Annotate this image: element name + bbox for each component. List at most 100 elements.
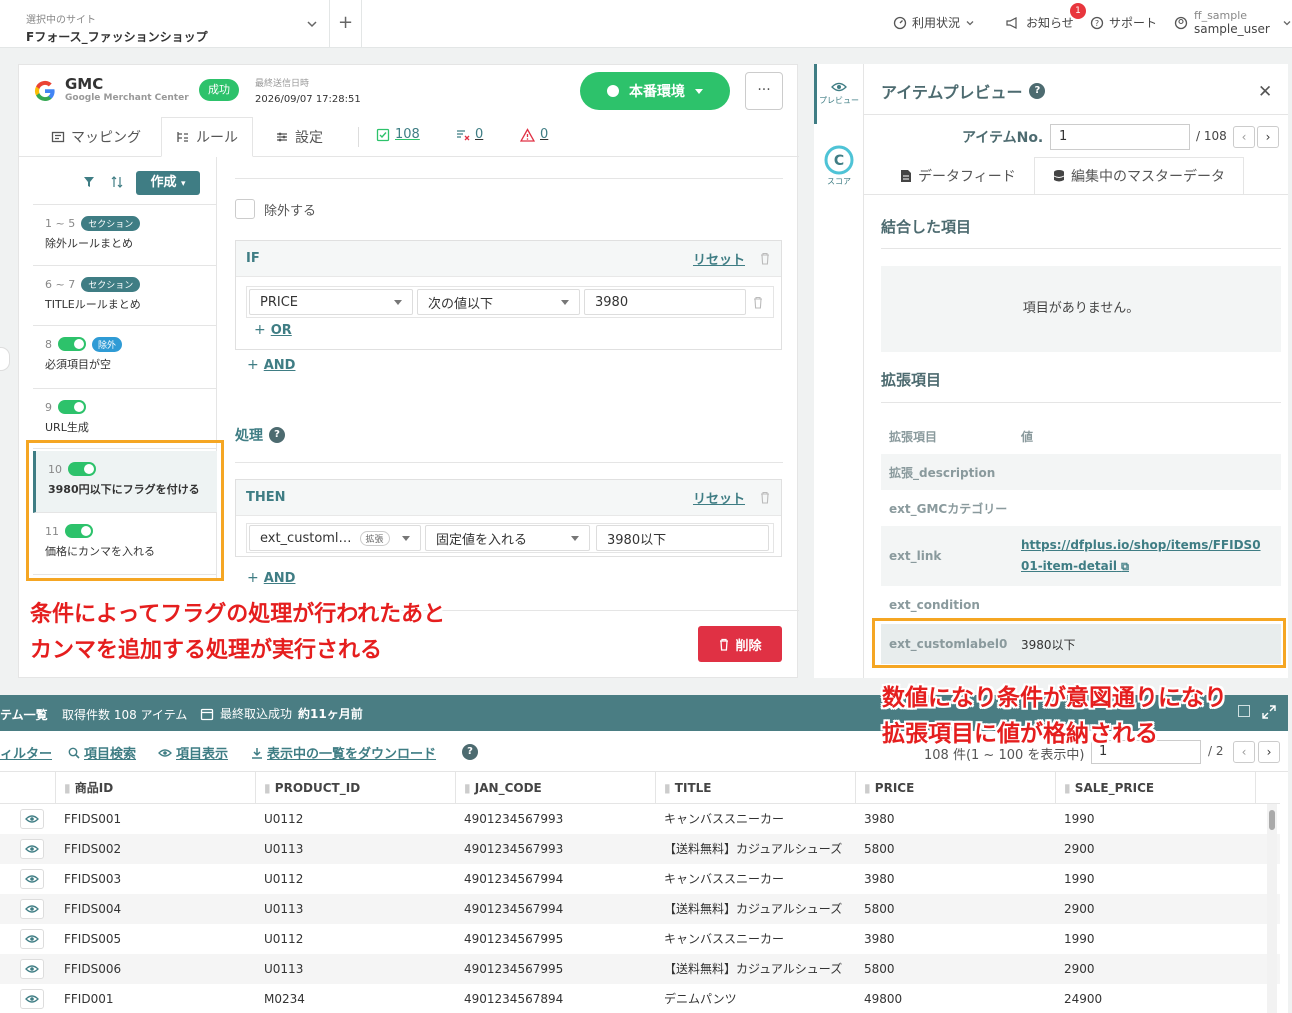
if-value-input[interactable]: 3980	[584, 289, 746, 315]
create-rule-button[interactable]: 作成 ▾	[136, 171, 200, 195]
add-and-action[interactable]: + AND	[247, 570, 295, 586]
table-row[interactable]: FFIDS006 U0113 4901234567995 【送料無料】カジュアルシュー…	[0, 954, 1280, 984]
delete-rule-button[interactable]: 削除	[698, 626, 782, 662]
preview-row-button[interactable]	[20, 869, 44, 889]
close-icon[interactable]: ✕	[1258, 82, 1272, 102]
preview-row-button[interactable]	[20, 989, 44, 1009]
table-header-cell[interactable]: ▮ JAN_CODE	[456, 772, 656, 804]
next-page-button[interactable]: ›	[1258, 741, 1280, 763]
preview-row-button[interactable]	[20, 959, 44, 979]
sort-icon[interactable]	[111, 176, 123, 188]
table-header-cell	[0, 772, 56, 804]
scrollbar-thumb[interactable]	[1269, 810, 1275, 830]
tab-master-data[interactable]: 編集中のマスターデータ	[1034, 157, 1244, 195]
add-or-condition[interactable]: + OR	[254, 322, 292, 338]
preview-row-button[interactable]	[20, 899, 44, 919]
item-number-input[interactable]: 1	[1050, 124, 1190, 150]
chevron-down-icon[interactable]	[306, 18, 318, 30]
trash-icon[interactable]	[759, 252, 771, 265]
svg-text:?: ?	[1095, 19, 1099, 28]
rail-score-button[interactable]: C スコア	[814, 144, 864, 187]
tab-mapping[interactable]: マッピング	[51, 117, 141, 157]
add-site-button[interactable]: +	[330, 0, 362, 47]
if-field-value: PRICE	[260, 294, 298, 310]
if-reset-link[interactable]: リセット	[693, 249, 745, 268]
notices-label: お知らせ	[1026, 16, 1074, 30]
table-row[interactable]: FFIDS004 U0113 4901234567994 【送料無料】カジュアルシュー…	[0, 894, 1280, 924]
tab-data-feed[interactable]: データフィード	[900, 157, 1016, 195]
last-sent-value: 2026/09/07 17:28:51	[255, 94, 361, 105]
rule-item[interactable]: 1 ~ 5 セクション 除外ルールまとめ	[33, 205, 217, 266]
table-cell: U0113	[264, 962, 304, 976]
table-row[interactable]: FFID001 M0234 4901234567894 デニムパンツ 49800 2490…	[0, 984, 1280, 1013]
minimize-icon[interactable]	[1238, 705, 1250, 717]
divider	[864, 114, 1288, 115]
help-icon[interactable]: ?	[1029, 83, 1046, 99]
help-icon[interactable]: ?	[269, 427, 285, 443]
then-label: THEN	[246, 490, 286, 505]
table-row[interactable]: FFIDS001 U0112 4901234567993 キャンバススニーカー 3980…	[0, 804, 1280, 834]
valid-count-link[interactable]: 108	[376, 127, 420, 142]
preview-row-button[interactable]	[20, 929, 44, 949]
excluded-count-link[interactable]: 0	[456, 127, 483, 142]
then-operator-select[interactable]: 固定値を入れる	[425, 525, 590, 551]
add-and-condition[interactable]: + AND	[247, 357, 295, 373]
section-tag: セクション	[81, 215, 141, 231]
more-options-button[interactable]: ···	[745, 72, 783, 110]
preview-row-button[interactable]	[20, 839, 44, 859]
rule-item[interactable]: 6 ~ 7 セクション TITLEルールまとめ	[33, 266, 217, 326]
if-field-select[interactable]: PRICE	[249, 289, 413, 315]
site-selector[interactable]: 選択中のサイト Fフォース_ファッションショップ	[0, 0, 330, 47]
table-row[interactable]: FFIDS002 U0113 4901234567993 【送料無料】カジュアルシュー…	[0, 834, 1280, 864]
filter-link[interactable]: ィルター	[0, 743, 52, 762]
vertical-scrollbar[interactable]	[1267, 804, 1277, 1013]
then-reset-link[interactable]: リセット	[693, 488, 745, 507]
environment-button[interactable]: 本番環境	[580, 72, 730, 110]
rule-name: URL生成	[45, 421, 89, 434]
create-rule-label: 作成	[150, 175, 177, 190]
filter-icon[interactable]	[83, 176, 95, 188]
rule-toggle[interactable]	[58, 337, 86, 351]
if-operator-select[interactable]: 次の値以下	[417, 289, 580, 315]
expand-icon[interactable]	[1262, 705, 1276, 719]
trash-icon[interactable]	[752, 296, 764, 309]
help-icon[interactable]: ?	[462, 744, 478, 760]
rule-toggle[interactable]	[58, 400, 86, 414]
tab-rules[interactable]: ルール	[161, 117, 253, 157]
support-menu[interactable]: ? サポート	[1090, 14, 1157, 31]
preview-row-button[interactable]	[20, 809, 44, 829]
rule-item[interactable]: 8 除外 必須項目が空	[33, 326, 217, 389]
user-menu[interactable]: ff_sample sample_user	[1174, 9, 1292, 36]
search-fields-link[interactable]: 項目検索	[68, 743, 136, 762]
warning-count-link[interactable]: 0	[520, 127, 548, 142]
next-item-button[interactable]: ›	[1257, 126, 1279, 148]
table-header-cell[interactable]: ▮ 商品ID	[56, 772, 256, 804]
then-value-input[interactable]: 3980以下	[596, 525, 769, 551]
joined-fields-title: 結合した項目	[881, 218, 972, 236]
then-operator-value: 固定値を入れる	[436, 532, 528, 548]
last-sent-label: 最終送信日時	[255, 79, 310, 89]
prev-page-button[interactable]: ‹	[1233, 741, 1255, 763]
table-header-cell[interactable]: ▮ PRICE	[856, 772, 1056, 804]
table-header-cell[interactable]: ▮ TITLE	[656, 772, 856, 804]
tab-settings[interactable]: 設定	[275, 117, 323, 157]
table-row[interactable]: FFIDS003 U0112 4901234567994 キャンバススニーカー 3980…	[0, 864, 1280, 894]
exclude-option[interactable]: 除外する	[235, 199, 316, 219]
status-badge: 成功	[199, 79, 239, 101]
prev-item-button[interactable]: ‹	[1233, 126, 1255, 148]
table-header-cell[interactable]: ▮ PRODUCT_ID	[256, 772, 456, 804]
download-link[interactable]: 表示中の一覧をダウンロード	[251, 743, 436, 762]
rail-preview-button[interactable]: プレビュー	[814, 81, 864, 106]
display-fields-link[interactable]: 項目表示	[158, 743, 228, 762]
expand-sidebar-handle[interactable]	[0, 347, 10, 371]
extension-link[interactable]: https://dfplus.io/shop/items/FFIDS0 01-i…	[1021, 535, 1261, 577]
exclude-checkbox[interactable]	[235, 199, 255, 219]
trash-icon[interactable]	[759, 491, 771, 504]
then-field-select[interactable]: ext_customl… 拡張	[249, 525, 421, 551]
table-header-cell[interactable]: ▮ SALE_PRICE	[1056, 772, 1256, 804]
support-label: サポート	[1109, 16, 1158, 30]
notices-menu[interactable]: お知らせ	[1005, 14, 1074, 31]
table-row[interactable]: FFIDS005 U0112 4901234567995 キャンバススニーカー 3980…	[0, 924, 1280, 954]
usage-menu[interactable]: 利用状況	[893, 14, 975, 31]
table-cell: 4901234567894	[464, 992, 564, 1006]
